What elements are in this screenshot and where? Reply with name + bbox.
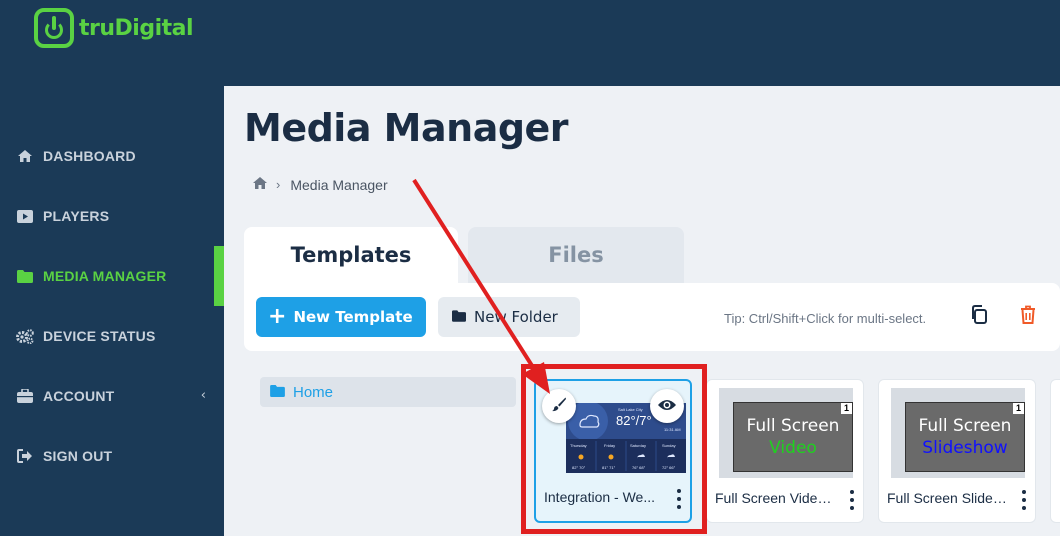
sidebar-item-label: PLAYERS xyxy=(43,208,110,224)
template-preview: Full Screen Video 1 xyxy=(733,402,853,472)
sidebar-item-label: SIGN OUT xyxy=(43,448,113,464)
screen-count-badge: 1 xyxy=(841,403,852,414)
breadcrumb: › Media Manager xyxy=(252,176,388,193)
sidebar-item-label: DEVICE STATUS xyxy=(43,328,156,344)
annotation-highlight-box xyxy=(521,364,707,534)
trudigital-logo[interactable]: truDigital xyxy=(34,8,194,48)
template-card-partial[interactable] xyxy=(1050,379,1060,523)
sidebar-item-media-manager[interactable]: MEDIA MANAGER xyxy=(0,246,224,306)
plus-icon: + xyxy=(268,303,287,329)
breadcrumb-separator: › xyxy=(276,177,281,192)
sidebar-item-sign-out[interactable]: SIGN OUT xyxy=(0,426,224,486)
more-options-icon[interactable] xyxy=(847,490,857,510)
trash-icon[interactable] xyxy=(1020,305,1040,327)
preview-line-1: Full Screen xyxy=(746,416,840,436)
chevron-left-icon: ‹ xyxy=(200,388,206,403)
multi-select-tip: Tip: Ctrl/Shift+Click for multi-select. xyxy=(724,311,927,326)
preview-line-2: Slideshow xyxy=(922,438,1008,458)
folder-icon xyxy=(16,269,34,283)
screen-count-badge: 1 xyxy=(1013,403,1024,414)
folder-icon xyxy=(270,384,285,401)
new-folder-button[interactable]: New Folder xyxy=(438,297,580,337)
home-icon xyxy=(16,149,34,163)
briefcase-icon xyxy=(16,389,34,403)
power-icon xyxy=(34,8,74,48)
play-icon xyxy=(16,209,34,223)
template-card-name: Full Screen Slides... xyxy=(887,490,1007,506)
breadcrumb-current: Media Manager xyxy=(290,176,388,193)
folder-icon xyxy=(452,308,466,326)
cogs-icon xyxy=(16,328,34,344)
folder-tree-home[interactable]: Home xyxy=(260,377,516,407)
folder-home-label: Home xyxy=(293,383,334,401)
more-options-icon[interactable] xyxy=(1019,490,1029,510)
sidebar-item-dashboard[interactable]: DASHBOARD xyxy=(0,126,224,186)
sidebar-item-device-status[interactable]: DEVICE STATUS xyxy=(0,306,224,366)
brand-name: truDigital xyxy=(79,15,194,41)
copy-icon[interactable] xyxy=(970,305,990,327)
template-card[interactable]: Full Screen Slideshow 1 Full Screen Slid… xyxy=(878,379,1036,523)
preview-line-1: Full Screen xyxy=(918,416,1012,436)
sidebar-item-label: ACCOUNT xyxy=(43,388,115,404)
template-preview: Full Screen Slideshow 1 xyxy=(905,402,1025,472)
sidebar-item-players[interactable]: PLAYERS xyxy=(0,186,224,246)
sidebar-item-account[interactable]: ACCOUNT ‹ xyxy=(0,366,224,426)
sign-out-icon xyxy=(16,449,34,463)
new-template-button[interactable]: + New Template xyxy=(256,297,426,337)
template-thumbnail: Full Screen Slideshow 1 xyxy=(891,388,1025,478)
tab-templates[interactable]: Templates xyxy=(244,227,458,283)
template-thumbnail: Full Screen Video 1 xyxy=(719,388,853,478)
new-folder-label: New Folder xyxy=(474,308,558,326)
template-card[interactable]: Full Screen Video 1 Full Screen Video ..… xyxy=(706,379,864,523)
sidebar-item-label: MEDIA MANAGER xyxy=(43,268,167,284)
home-icon[interactable] xyxy=(252,176,268,193)
sidebar: DASHBOARD PLAYERS MEDIA MANAGER DEVICE S… xyxy=(0,86,224,536)
page-title: Media Manager xyxy=(244,106,569,150)
sidebar-item-label: DASHBOARD xyxy=(43,148,136,164)
toolbar: + New Template New Folder Tip: Ctrl/Shif… xyxy=(244,283,1060,351)
template-card-name: Full Screen Video ... xyxy=(715,490,835,506)
top-bar: truDigital xyxy=(0,0,1060,86)
new-template-label: New Template xyxy=(293,308,413,326)
preview-line-2: Video xyxy=(769,438,817,458)
tab-files[interactable]: Files xyxy=(468,227,684,283)
